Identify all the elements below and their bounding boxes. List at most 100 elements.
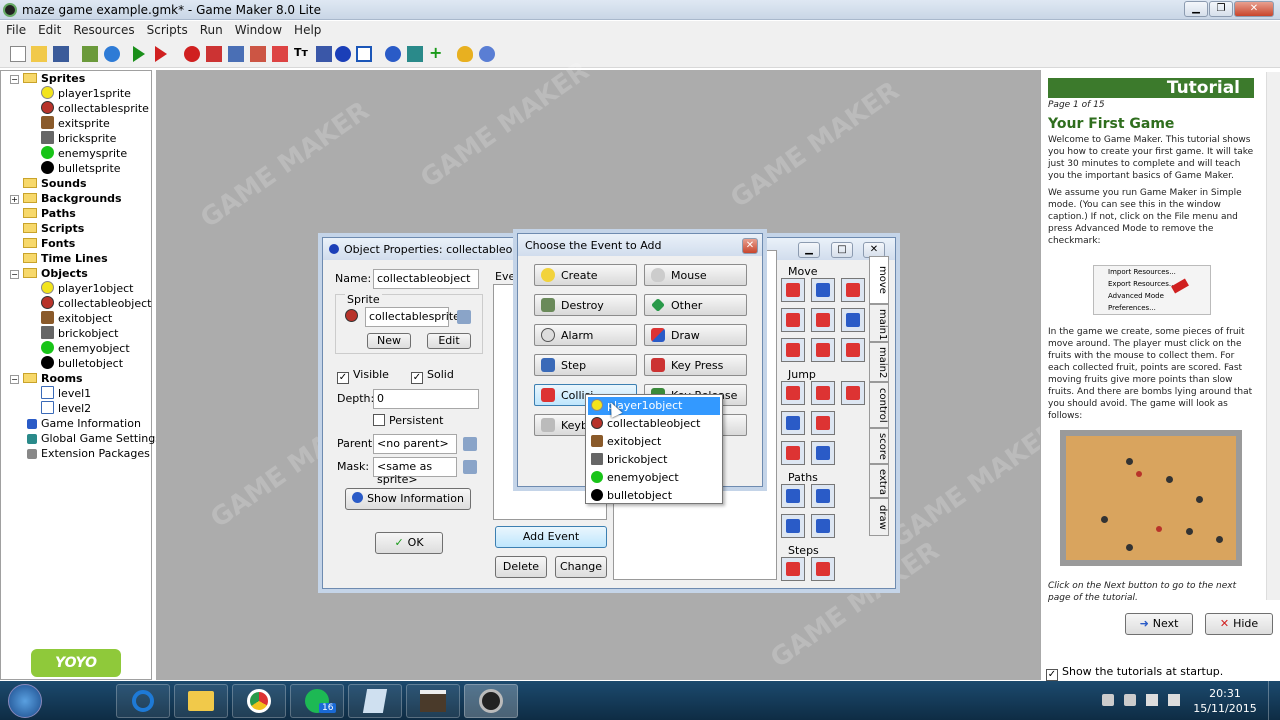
persistent-checkbox[interactable]: Persistent [373, 414, 443, 427]
add-room-icon[interactable] [356, 46, 372, 62]
destroy-event-button[interactable]: Destroy [534, 294, 637, 316]
menu-item-bulletobject[interactable]: bulletobject [588, 487, 720, 503]
step-event-button[interactable]: Step [534, 354, 637, 376]
draw-event-button[interactable]: Draw [644, 324, 747, 346]
ie-icon[interactable] [116, 684, 170, 718]
spotify-icon[interactable]: 16 [290, 684, 344, 718]
tree-item-exitsprite[interactable]: exitsprite [41, 116, 110, 131]
tree-item-bulletobject[interactable]: bulletobject [41, 356, 123, 371]
change-event-button[interactable]: Change [555, 556, 607, 578]
friction-icon[interactable] [841, 338, 865, 362]
restore-icon[interactable]: ❐ [1209, 1, 1233, 17]
files-icon[interactable] [348, 684, 402, 718]
tree-folder-scripts[interactable]: Scripts [23, 221, 84, 236]
parent-field[interactable]: <no parent> [373, 434, 457, 454]
depth-field[interactable]: 0 [373, 389, 479, 409]
add-object-icon[interactable] [335, 46, 351, 62]
tab-control[interactable]: control [869, 382, 889, 428]
move-to-contact-icon[interactable] [781, 441, 805, 465]
add-event-button[interactable]: Add Event [495, 526, 607, 548]
tab-draw[interactable]: draw [869, 498, 889, 536]
tree-folder-sounds[interactable]: Sounds [23, 176, 87, 191]
show-information-button[interactable]: Show Information [345, 488, 471, 510]
tray-icon[interactable] [1102, 694, 1114, 706]
add-font-icon[interactable]: Tт [294, 46, 310, 62]
debug-icon[interactable] [155, 46, 167, 62]
start-icon[interactable] [8, 684, 42, 718]
path-position-icon[interactable] [781, 514, 805, 538]
ok-button[interactable]: ✓ OK [375, 532, 443, 554]
extensions-icon[interactable]: + [429, 45, 445, 62]
globe-icon[interactable] [104, 46, 120, 62]
maximize-icon[interactable]: □ [831, 242, 853, 258]
help-icon[interactable] [457, 46, 473, 62]
end-path-icon[interactable] [811, 484, 835, 508]
menu-scripts[interactable]: Scripts [141, 21, 194, 39]
tree-item-player1sprite[interactable]: player1sprite [41, 86, 131, 101]
menu-resources[interactable]: Resources [67, 21, 140, 39]
reverse-vertical-icon[interactable] [811, 338, 835, 362]
tab-score[interactable]: score [869, 428, 889, 464]
tree-item-brickobject[interactable]: brickobject [41, 326, 118, 341]
sprite-menu-icon[interactable] [457, 310, 471, 324]
new-icon[interactable] [10, 46, 26, 62]
show-desktop-button[interactable] [1268, 681, 1280, 720]
add-timeline-icon[interactable] [316, 46, 332, 62]
alarm-event-button[interactable]: Alarm [534, 324, 637, 346]
tab-move[interactable]: move [869, 256, 889, 304]
reverse-horizontal-icon[interactable] [781, 338, 805, 362]
tree-folder-sprites[interactable]: Sprites [23, 71, 85, 86]
step-towards-icon[interactable] [781, 557, 805, 581]
sprite-field[interactable]: collectablesprite [365, 307, 460, 327]
tree-item-bulletsprite[interactable]: bulletsprite [41, 161, 121, 176]
tree-folder-paths[interactable]: Paths [23, 206, 76, 221]
collapse-icon[interactable]: − [10, 75, 19, 84]
step-avoiding-icon[interactable] [811, 557, 835, 581]
menu-window[interactable]: Window [229, 21, 288, 39]
add-script-icon[interactable] [272, 46, 288, 62]
tree-item-bricksprite[interactable]: bricksprite [41, 131, 116, 146]
clock-time[interactable]: 20:31 [1200, 687, 1250, 700]
tree-item-level2[interactable]: level2 [41, 401, 91, 416]
mask-menu-icon[interactable] [463, 460, 477, 474]
speed-vertical-icon[interactable] [811, 308, 835, 332]
solid-checkbox[interactable]: ✓ Solid [411, 368, 454, 384]
show-tutorials-checkbox[interactable]: ✓ Show the tutorials at startup. [1046, 665, 1223, 681]
tree-item-extension-packages[interactable]: Extension Packages [27, 446, 150, 461]
close-icon[interactable]: ✕ [742, 238, 758, 254]
other-event-button[interactable]: Other [644, 294, 747, 316]
gamemaker-icon[interactable] [464, 684, 518, 718]
global-settings-icon[interactable] [407, 46, 423, 62]
mouse-event-button[interactable]: Mouse [644, 264, 747, 286]
tree-folder-timelines[interactable]: Time Lines [23, 251, 108, 266]
tray-icon[interactable] [1124, 694, 1136, 706]
mask-field[interactable]: <same as sprite> [373, 457, 457, 486]
expand-icon[interactable]: + [10, 195, 19, 204]
tree-item-enemyobject[interactable]: enemyobject [41, 341, 130, 356]
add-background-icon[interactable] [228, 46, 244, 62]
parent-menu-icon[interactable] [463, 437, 477, 451]
collapse-icon[interactable]: − [10, 375, 19, 384]
snap-to-grid-icon[interactable] [781, 411, 805, 435]
tree-folder-rooms[interactable]: Rooms [23, 371, 83, 386]
jump-to-start-icon[interactable] [811, 381, 835, 405]
tree-item-player1object[interactable]: player1object [41, 281, 133, 296]
path-speed-icon[interactable] [811, 514, 835, 538]
menu-item-collectableobject[interactable]: collectableobject [588, 415, 720, 433]
create-event-button[interactable]: Create [534, 264, 637, 286]
explorer-icon[interactable] [174, 684, 228, 718]
name-field[interactable]: collectableobject [373, 269, 479, 289]
network-icon[interactable] [1146, 694, 1158, 706]
publish-icon[interactable] [82, 46, 98, 62]
move-fixed-icon[interactable] [781, 278, 805, 302]
minimize-icon[interactable]: ▁ [1184, 1, 1208, 17]
tree-item-collectablesprite[interactable]: collectablesprite [41, 101, 149, 116]
add-sound-icon[interactable] [206, 46, 222, 62]
web-icon[interactable] [479, 46, 495, 62]
game-icon[interactable] [406, 684, 460, 718]
menu-help[interactable]: Help [288, 21, 327, 39]
menu-item-brickobject[interactable]: brickobject [588, 451, 720, 469]
tree-folder-backgrounds[interactable]: Backgrounds [23, 191, 122, 206]
speed-horizontal-icon[interactable] [781, 308, 805, 332]
menu-run[interactable]: Run [194, 21, 229, 39]
